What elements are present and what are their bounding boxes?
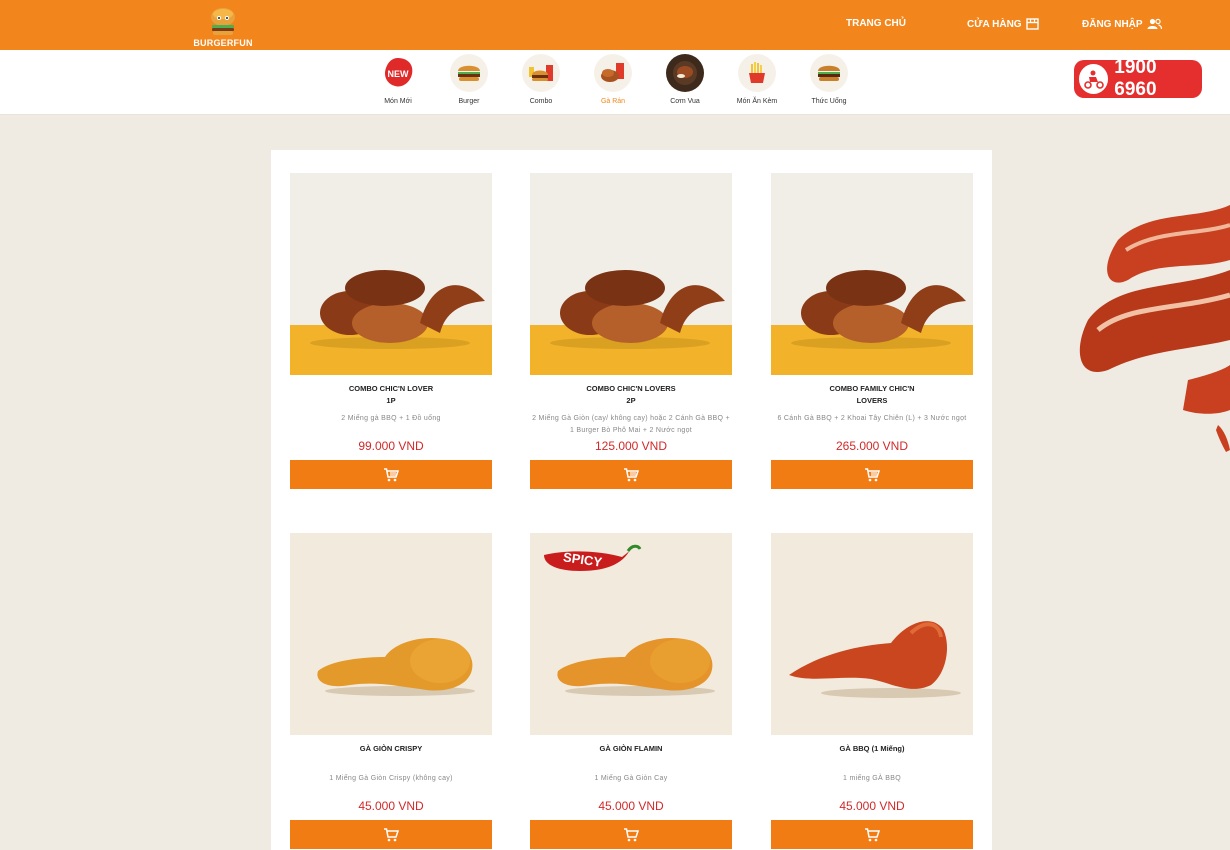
category-label: Thức Uống: [811, 98, 847, 105]
product-description: 1 Miếng Gà Giòn Crispy (không cay): [329, 775, 453, 782]
spicy-drumstick-photo[interactable]: SPICY: [530, 533, 732, 735]
category-label: Món Mới: [384, 98, 412, 105]
product-price: 45.000 VND: [358, 799, 424, 813]
product-card: COMBO CHIC'N LOVER 1P 2 Miếng gà BBQ + 1 …: [290, 173, 492, 489]
product-card: COMBO FAMILY CHIC'N LOVERS 6 Cánh Gà BBQ …: [771, 173, 973, 489]
svg-text:NEW: NEW: [388, 69, 410, 79]
nav-login-link[interactable]: ĐĂNG NHẬP: [1082, 18, 1162, 30]
bacon-decoration: [1079, 205, 1230, 452]
product-name: COMBO CHIC'N LOVERS 2P: [586, 384, 676, 405]
product-price: 265.000 VND: [835, 439, 909, 453]
product-card: GÀ GIÒN CRISPY 1 Miếng Gà Giòn Crispy (k…: [290, 533, 492, 849]
nav-stores-label: CỬA HÀNG: [967, 18, 1022, 30]
chicken-combo-photo[interactable]: [771, 173, 973, 375]
product-panel: COMBO CHIC'N LOVER 1P 2 Miếng gà BBQ + 1 …: [271, 150, 992, 850]
add-to-cart-button[interactable]: [290, 460, 492, 489]
cart-icon: [384, 827, 399, 841]
product-card: COMBO CHIC'N LOVERS 2P 2 Miếng Gà Giòn (c…: [530, 173, 732, 489]
add-to-cart-button[interactable]: [530, 820, 732, 849]
drink-icon: [810, 54, 848, 92]
category-item-drinks[interactable]: Thức Uống: [794, 54, 864, 105]
add-to-cart-button[interactable]: [530, 460, 732, 489]
nav-login-label: ĐĂNG NHẬP: [1082, 18, 1143, 30]
product-card: SPICY GÀ GIÒN FLAMIN 1 Miếng Gà Giòn Cay…: [530, 533, 732, 849]
chicken-combo-photo[interactable]: [530, 173, 732, 375]
category-label: Combo: [529, 98, 553, 105]
users-icon: [1147, 18, 1162, 30]
product-price: 45.000 VND: [839, 799, 905, 813]
delivery-scooter-icon: [1079, 64, 1109, 94]
top-navbar: BURGERFUN TRANG CHỦ CỬA HÀNG ĐĂNG NHẬP: [0, 0, 1230, 50]
product-name: GÀ GIÒN FLAMIN: [599, 744, 663, 753]
product-name: GÀ BBQ (1 Miếng): [839, 744, 905, 753]
product-name: GÀ GIÒN CRISPY: [359, 744, 423, 753]
product-name: COMBO FAMILY CHIC'N LOVERS: [829, 384, 915, 405]
hotline-number: 1900 6960: [1114, 57, 1157, 100]
fries-icon: [738, 54, 776, 92]
product-description: 6 Cánh Gà BBQ + 2 Khoai Tây Chiên (L) + …: [777, 415, 967, 422]
product-description: 1 Miếng Gà Giòn Cay: [594, 775, 668, 782]
chicken-combo-photo[interactable]: [290, 173, 492, 375]
product-price: 125.000 VND: [594, 439, 668, 453]
combo-icon: [522, 54, 560, 92]
bbq-wing-photo[interactable]: [771, 533, 973, 735]
fried-chicken-icon: [594, 54, 632, 92]
new-badge-icon: NEW: [379, 54, 417, 92]
add-to-cart-button[interactable]: [290, 820, 492, 849]
nav-home-label: TRANG CHỦ: [846, 18, 906, 29]
product-description: 1 miếng GÀ BBQ: [843, 775, 901, 782]
category-label: Gà Rán: [600, 98, 626, 105]
category-item-sides[interactable]: Món Ăn Kèm: [722, 54, 792, 105]
product-description: 2 Miếng gà BBQ + 1 Đồ uống: [341, 415, 441, 422]
category-item-burger[interactable]: Burger: [434, 54, 504, 105]
category-label: Món Ăn Kèm: [736, 98, 778, 105]
category-bar: NEW Món Mới Burger Combo Gà Rán Cơm Vua …: [0, 50, 1230, 115]
category-label: Burger: [458, 98, 480, 105]
product-price: 99.000 VND: [358, 439, 424, 453]
nav-home-link[interactable]: TRANG CHỦ: [846, 18, 906, 29]
burger-icon: [450, 54, 488, 92]
product-price: 45.000 VND: [598, 799, 664, 813]
burger-mascot-icon: [211, 8, 235, 35]
store-icon: [1025, 18, 1039, 30]
cart-icon: [624, 827, 639, 841]
cart-icon: [624, 467, 639, 481]
cart-icon: [865, 827, 880, 841]
product-name: COMBO CHIC'N LOVER 1P: [348, 384, 434, 405]
cart-icon: [384, 467, 399, 481]
cart-icon: [865, 467, 880, 481]
product-description: 2 Miếng Gà Giòn (cay/ không cay) hoặc 2 …: [532, 415, 730, 434]
rice-bowl-icon: [666, 54, 704, 92]
brand-name: BURGERFUN: [193, 38, 253, 48]
hotline-button[interactable]: 1900 6960: [1074, 57, 1202, 100]
nav-stores-link[interactable]: CỬA HÀNG: [967, 18, 1039, 30]
add-to-cart-button[interactable]: [771, 820, 973, 849]
brand-logo[interactable]: BURGERFUN: [190, 4, 256, 48]
category-item-new[interactable]: NEW Món Mới: [363, 54, 433, 105]
category-item-rice[interactable]: Cơm Vua: [650, 54, 720, 105]
crispy-drumstick-photo[interactable]: [290, 533, 492, 735]
category-item-combo[interactable]: Combo: [506, 54, 576, 105]
category-label: Cơm Vua: [670, 98, 700, 105]
category-item-fried-chicken[interactable]: Gà Rán: [578, 54, 648, 105]
product-card: GÀ BBQ (1 Miếng) 1 miếng GÀ BBQ 45.000 V…: [771, 533, 973, 849]
add-to-cart-button[interactable]: [771, 460, 973, 489]
